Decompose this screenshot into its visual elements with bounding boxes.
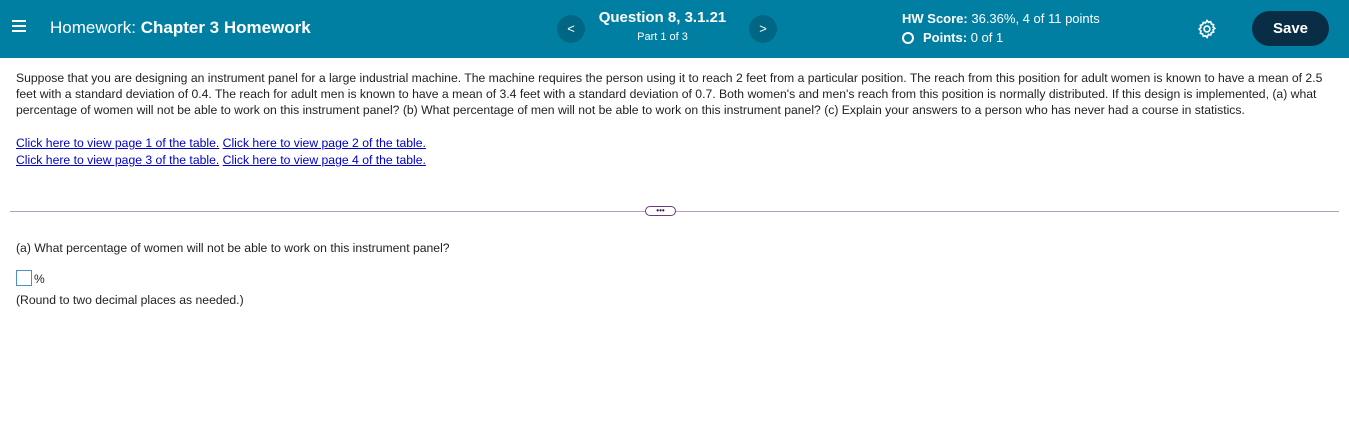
homework-label: Homework: [50, 18, 136, 37]
rounding-hint: (Round to two decimal places as needed.) [16, 293, 244, 307]
points-status-icon [902, 31, 914, 44]
save-button[interactable]: Save [1252, 11, 1329, 46]
homework-name: Chapter 3 Homework [140, 18, 311, 37]
question-part: Part 1 of 3 [637, 31, 688, 43]
question-info: Question 8, 3.1.21 Part 1 of 3 [580, 9, 745, 43]
table-page-2-link[interactable]: Click here to view page 2 of the table. [223, 136, 426, 150]
part-a-prompt: (a) What percentage of women will not be… [16, 241, 450, 255]
homework-title: Homework: Chapter 3 Homework [50, 18, 311, 38]
top-bar: Homework: Chapter 3 Homework < Question … [0, 0, 1349, 58]
table-links: Click here to view page 1 of the table. … [16, 135, 426, 169]
question-text: Suppose that you are designing an instru… [16, 71, 1323, 118]
points: Points: 0 of 1 [902, 30, 1003, 45]
gear-icon[interactable] [1196, 18, 1218, 40]
expand-more-button[interactable]: ••• [645, 206, 676, 216]
hw-score-label: HW Score: [902, 11, 968, 26]
hw-score-value: 36.36%, 4 of 11 points [971, 11, 1100, 26]
hamburger-menu-icon[interactable] [12, 20, 26, 34]
table-page-1-link[interactable]: Click here to view page 1 of the table. [16, 136, 219, 150]
answer-row: % [16, 270, 45, 286]
table-page-4-link[interactable]: Click here to view page 4 of the table. [223, 153, 426, 167]
hw-score: HW Score: 36.36%, 4 of 11 points [902, 11, 1100, 26]
percent-unit: % [34, 272, 45, 286]
points-label: Points: [923, 30, 968, 45]
table-page-3-link[interactable]: Click here to view page 3 of the table. [16, 153, 219, 167]
next-question-button[interactable]: > [749, 15, 777, 43]
answer-input[interactable] [16, 270, 32, 286]
question-title: Question 8, 3.1.21 [598, 9, 727, 26]
points-value: 0 of 1 [970, 30, 1004, 45]
